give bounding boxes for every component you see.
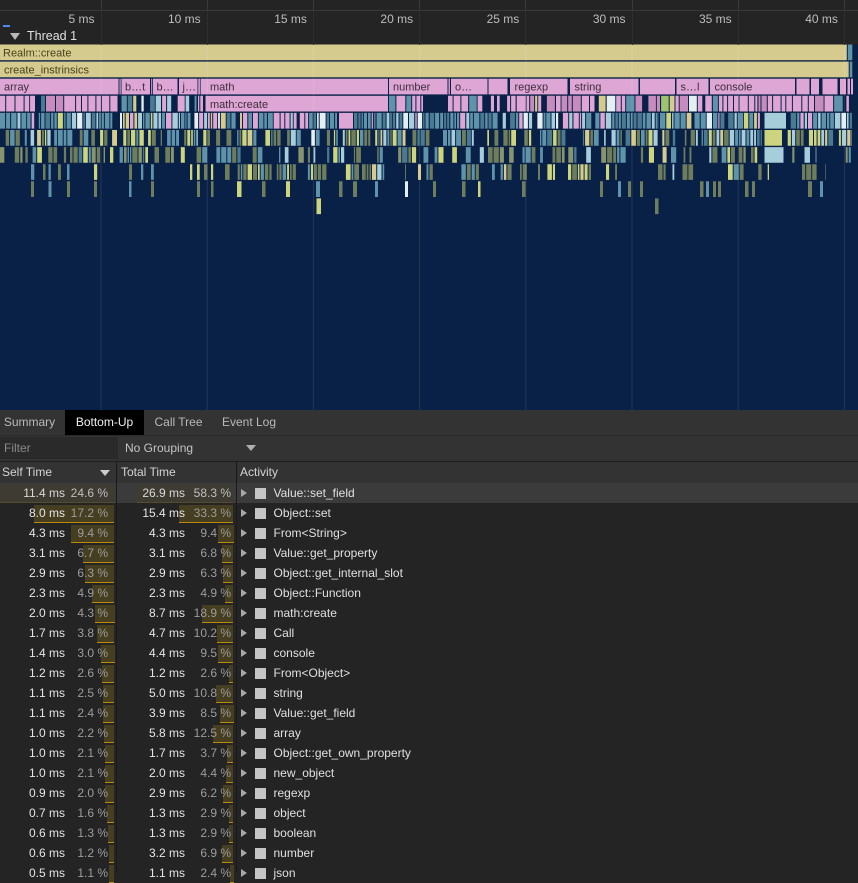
svg-text:string: string <box>575 82 602 94</box>
svg-text:array: array <box>4 82 30 94</box>
svg-text:math:create: math:create <box>210 99 268 111</box>
svg-text:s…l: s…l <box>681 82 700 94</box>
svg-text:j…: j… <box>182 82 196 94</box>
svg-text:console: console <box>715 82 753 94</box>
svg-text:b…: b… <box>157 82 174 94</box>
svg-text:Realm::create: Realm::create <box>3 48 71 60</box>
svg-text:math: math <box>210 82 234 94</box>
svg-text:create_instrinsics: create_instrinsics <box>4 65 89 77</box>
svg-text:o…: o… <box>455 82 472 94</box>
svg-text:number: number <box>393 82 431 94</box>
svg-text:regexp: regexp <box>515 82 549 94</box>
svg-text:b…t: b…t <box>125 82 145 94</box>
